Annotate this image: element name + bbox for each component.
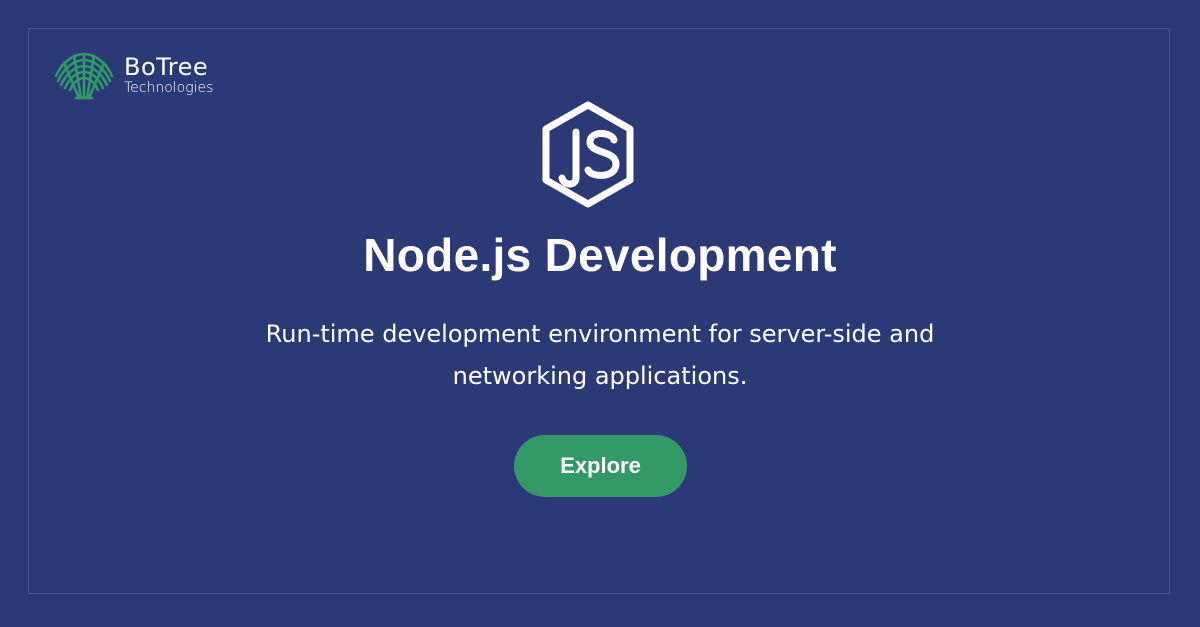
brand-logo[interactable]: BoTree Technologies xyxy=(52,48,213,102)
hero-description: Run-time development environment for ser… xyxy=(265,320,935,390)
brand-name: BoTree xyxy=(124,53,209,81)
page-title: Node.js Development xyxy=(363,229,837,281)
brand-tagline: Technologies xyxy=(124,80,214,96)
tree-logo-icon xyxy=(54,52,114,100)
explore-button[interactable]: Explore xyxy=(514,435,687,497)
nodejs-hexagon-icon xyxy=(542,101,634,208)
